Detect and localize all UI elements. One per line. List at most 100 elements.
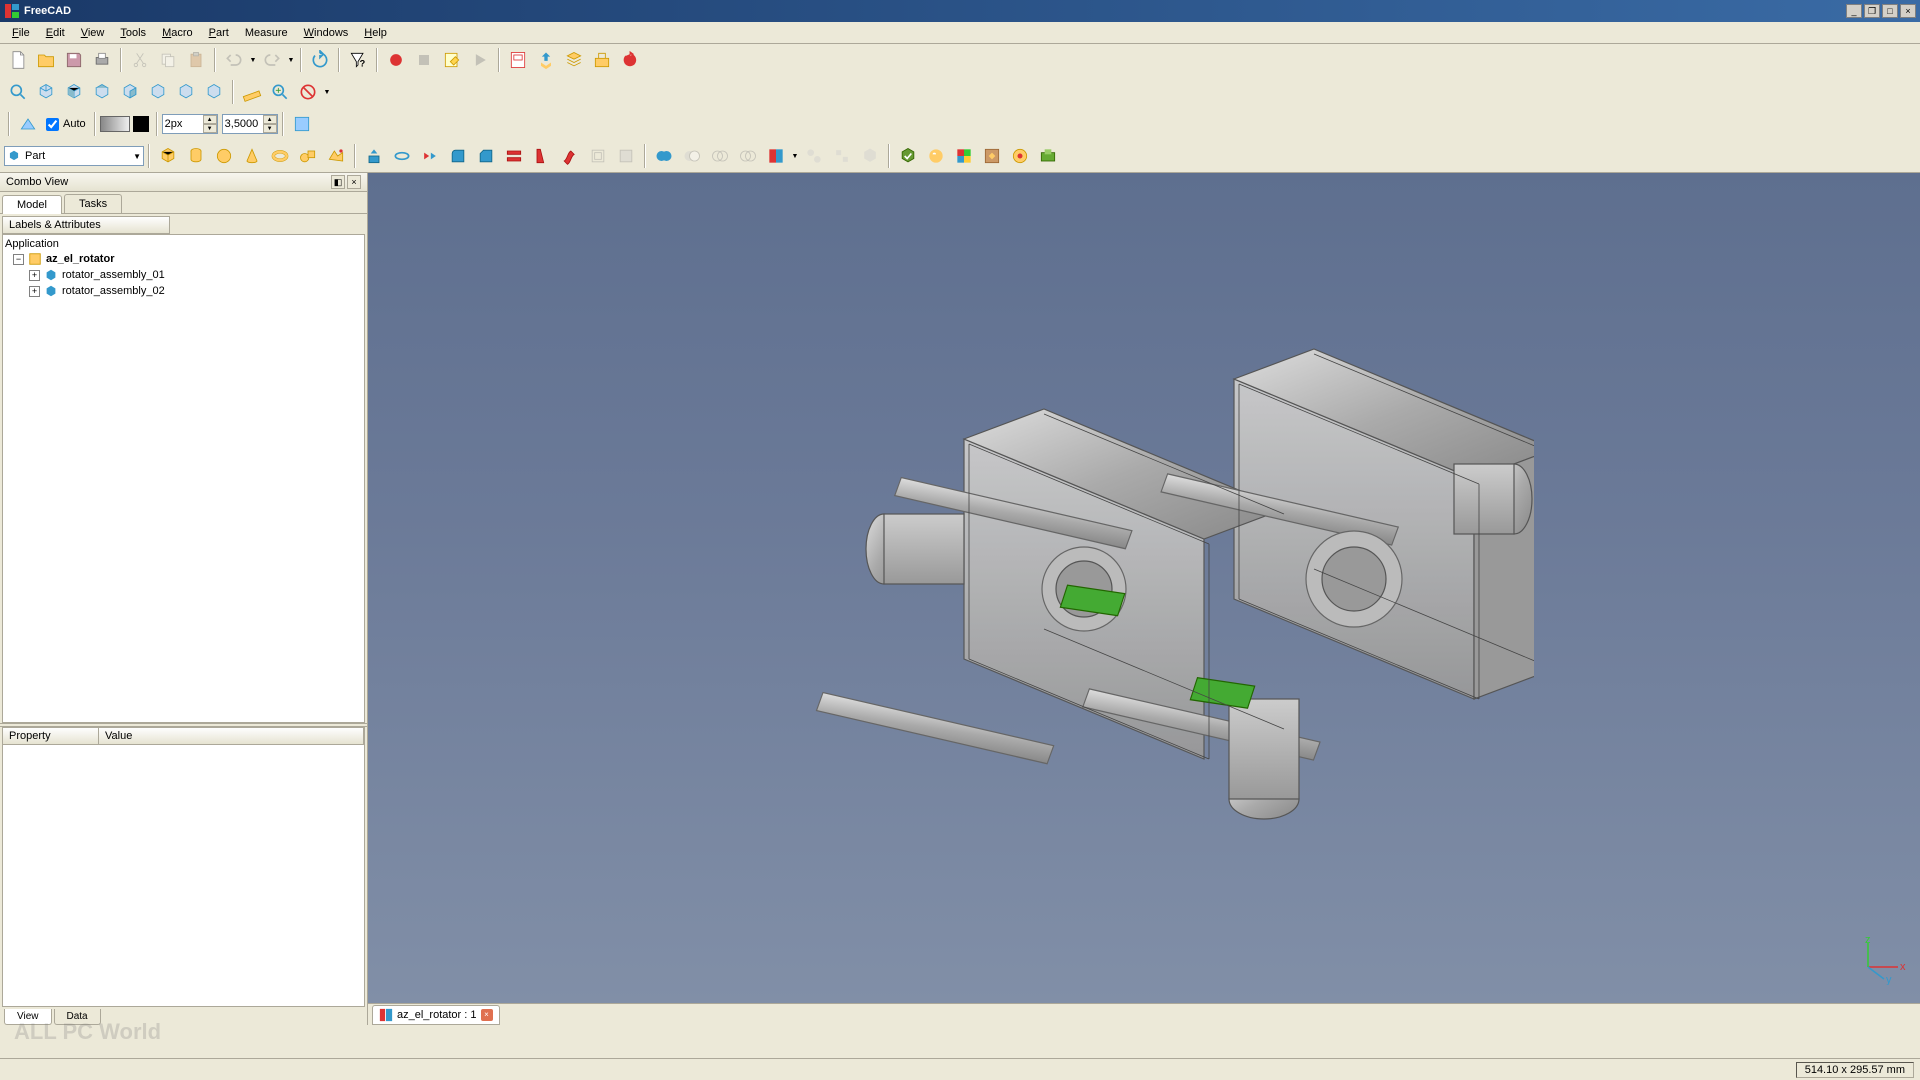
restore-button[interactable]: ❐ — [1864, 4, 1880, 18]
apply-style-button[interactable] — [288, 110, 316, 138]
no-entry-button[interactable] — [294, 78, 322, 106]
spin-up[interactable]: ▲ — [203, 115, 217, 124]
view-top-button[interactable] — [88, 78, 116, 106]
ruled-surface-button[interactable] — [500, 142, 528, 170]
whats-this-button[interactable]: ? — [344, 46, 372, 74]
primitives-button[interactable] — [294, 142, 322, 170]
tree-root-label[interactable]: Application — [5, 238, 59, 250]
save-button[interactable] — [60, 46, 88, 74]
menu-file[interactable]: File — [4, 25, 38, 41]
3d-viewport[interactable]: x z y az_el_rotator : 1 × — [368, 173, 1920, 1025]
value-col-header[interactable]: Value — [99, 728, 364, 744]
property-body[interactable] — [3, 745, 364, 1006]
filter-button[interactable] — [856, 142, 884, 170]
tree-item-label[interactable]: rotator_assembly_02 — [62, 285, 165, 297]
copy-button[interactable] — [154, 46, 182, 74]
property-col-header[interactable]: Property — [3, 728, 99, 744]
page-button[interactable] — [504, 46, 532, 74]
undock-panel-button[interactable]: ◧ — [331, 175, 345, 189]
workbench-selector[interactable]: Part ▼ — [4, 146, 144, 166]
reload-button[interactable] — [616, 46, 644, 74]
torus-button[interactable] — [266, 142, 294, 170]
redo-button[interactable] — [258, 46, 286, 74]
zoom-fit-button[interactable] — [4, 78, 32, 106]
appearance-button[interactable] — [922, 142, 950, 170]
tree-expander[interactable]: + — [29, 270, 40, 281]
tab-model[interactable]: Model — [2, 195, 62, 214]
measure-button[interactable] — [238, 78, 266, 106]
tree-document-label[interactable]: az_el_rotator — [46, 253, 114, 265]
compound-dropdown[interactable]: ▼ — [790, 142, 800, 170]
line-size-input[interactable] — [223, 118, 263, 130]
cylinder-button[interactable] — [182, 142, 210, 170]
menu-macro[interactable]: Macro — [154, 25, 201, 41]
draw-style-button[interactable] — [14, 110, 42, 138]
boolean-section-button[interactable] — [734, 142, 762, 170]
menu-view[interactable]: View — [73, 25, 113, 41]
open-file-button[interactable] — [32, 46, 60, 74]
sweep-button[interactable] — [556, 142, 584, 170]
view-left-button[interactable] — [200, 78, 228, 106]
view-bottom-button[interactable] — [172, 78, 200, 106]
tab-tasks[interactable]: Tasks — [64, 194, 122, 213]
print-button[interactable] — [88, 46, 116, 74]
close-document-tab[interactable]: × — [481, 1009, 493, 1021]
menu-tools[interactable]: Tools — [112, 25, 154, 41]
zoom-selection-button[interactable] — [266, 78, 294, 106]
explode-button[interactable] — [828, 142, 856, 170]
mirror-button[interactable] — [416, 142, 444, 170]
loft-button[interactable] — [528, 142, 556, 170]
view-right-button[interactable] — [116, 78, 144, 106]
macro-edit-button[interactable] — [438, 46, 466, 74]
cross-sections-button[interactable] — [762, 142, 790, 170]
sphere-button[interactable] — [210, 142, 238, 170]
menu-windows[interactable]: Windows — [296, 25, 357, 41]
color-per-face-button[interactable] — [950, 142, 978, 170]
refine-button[interactable] — [1006, 142, 1034, 170]
face-color-well[interactable] — [100, 116, 130, 132]
macro-run-button[interactable] — [466, 46, 494, 74]
boolean-cut-button[interactable] — [678, 142, 706, 170]
refresh-button[interactable] — [306, 46, 334, 74]
tree-item-label[interactable]: rotator_assembly_01 — [62, 269, 165, 281]
cut-button[interactable] — [126, 46, 154, 74]
spin-up[interactable]: ▲ — [263, 115, 277, 124]
view-iso-button[interactable] — [32, 78, 60, 106]
model-tree[interactable]: Application − az_el_rotator + rotator_as… — [2, 234, 365, 723]
extrude-up-button[interactable] — [532, 46, 560, 74]
project-button[interactable] — [588, 46, 616, 74]
view-rear-button[interactable] — [144, 78, 172, 106]
shape-builder-button[interactable] — [322, 142, 350, 170]
menu-measure[interactable]: Measure — [237, 25, 296, 41]
thickness-button[interactable] — [612, 142, 640, 170]
line-size-spinner[interactable]: ▲▼ — [222, 114, 278, 134]
draw-style-dropdown[interactable]: ▼ — [322, 78, 332, 106]
convert-button[interactable] — [978, 142, 1006, 170]
offset-button[interactable] — [584, 142, 612, 170]
extrude-button[interactable] — [360, 142, 388, 170]
menu-part[interactable]: Part — [201, 25, 237, 41]
auto-checkbox[interactable]: Auto — [42, 118, 90, 131]
compound-button[interactable] — [800, 142, 828, 170]
tree-expander[interactable]: − — [13, 254, 24, 265]
chamfer-button[interactable] — [472, 142, 500, 170]
auto-checkbox-input[interactable] — [46, 118, 59, 131]
undo-button[interactable] — [220, 46, 248, 74]
fillet-button[interactable] — [444, 142, 472, 170]
view-front-button[interactable] — [60, 78, 88, 106]
box-button[interactable] — [154, 142, 182, 170]
menu-edit[interactable]: Edit — [38, 25, 73, 41]
macro-record-button[interactable] — [382, 46, 410, 74]
cone-button[interactable] — [238, 142, 266, 170]
line-width-input[interactable] — [163, 118, 203, 130]
close-button[interactable]: × — [1900, 4, 1916, 18]
boolean-common-button[interactable] — [706, 142, 734, 170]
macro-stop-button[interactable] — [410, 46, 438, 74]
maximize-button[interactable]: □ — [1882, 4, 1898, 18]
check-geometry-button[interactable] — [894, 142, 922, 170]
layers-button[interactable] — [560, 46, 588, 74]
line-width-spinner[interactable]: ▲▼ — [162, 114, 218, 134]
labels-attributes-header[interactable]: Labels & Attributes — [2, 216, 170, 234]
minimize-button[interactable]: _ — [1846, 4, 1862, 18]
navigation-cube[interactable]: x z y — [1860, 937, 1908, 985]
